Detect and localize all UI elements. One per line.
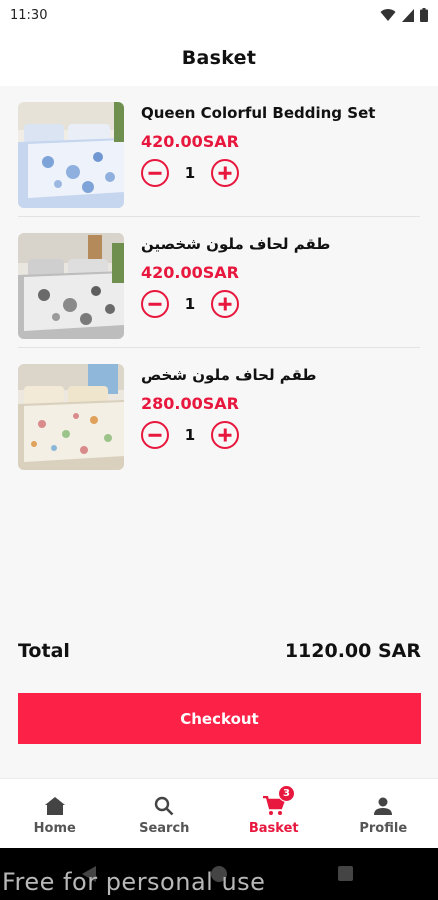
decrease-quantity-button[interactable] <box>141 290 169 318</box>
quantity-value: 1 <box>184 295 196 313</box>
cart-item: Queen Colorful Bedding Set 420.00SAR 1 <box>18 86 420 217</box>
cart-item: طقم لحاف ملون شخصين 420.00SAR 1 <box>18 217 420 348</box>
nav-label: Basket <box>248 821 299 836</box>
nav-label: Search <box>139 821 190 836</box>
watermark: Free for personal use <box>2 868 266 896</box>
status-icons <box>380 8 428 22</box>
product-name: طقم لحاف ملون شخصين <box>141 235 331 253</box>
app-header: Basket <box>0 30 438 86</box>
quantity-value: 1 <box>184 426 196 444</box>
page-title: Basket <box>181 47 257 69</box>
nav-item-basket[interactable]: 3 Basket <box>219 779 329 848</box>
decrease-quantity-button[interactable] <box>141 159 169 187</box>
quantity-stepper: 1 <box>141 290 239 318</box>
checkout-button[interactable]: Checkout <box>18 693 421 744</box>
cart-item: طقم لحاف ملون شخص 280.00SAR 1 <box>18 348 420 479</box>
total-row: Total 1120.00 SAR <box>18 640 421 662</box>
nav-label: Profile <box>359 821 408 836</box>
total-label: Total <box>18 640 70 662</box>
wifi-icon <box>380 8 396 21</box>
product-image[interactable] <box>18 102 124 208</box>
cell-signal-icon <box>402 8 414 22</box>
quantity-value: 1 <box>184 164 196 182</box>
battery-icon <box>420 8 428 22</box>
product-name: طقم لحاف ملون شخص <box>141 366 317 384</box>
increase-quantity-button[interactable] <box>211 421 239 449</box>
product-image[interactable] <box>18 364 124 470</box>
quantity-stepper: 1 <box>141 421 239 449</box>
product-name: Queen Colorful Bedding Set <box>141 104 376 122</box>
status-time: 11:30 <box>10 7 48 23</box>
cart-count-badge: 3 <box>278 785 295 802</box>
nav-item-search[interactable]: Search <box>110 779 220 848</box>
product-price: 420.00SAR <box>141 263 239 282</box>
total-value: 1120.00 SAR <box>284 640 421 662</box>
home-icon <box>43 795 67 817</box>
nav-item-profile[interactable]: Profile <box>329 779 438 848</box>
quantity-stepper: 1 <box>141 159 239 187</box>
increase-quantity-button[interactable] <box>211 290 239 318</box>
increase-quantity-button[interactable] <box>211 159 239 187</box>
nav-item-home[interactable]: Home <box>0 779 110 848</box>
recents-icon[interactable] <box>338 866 353 881</box>
product-price: 280.00SAR <box>141 394 239 413</box>
nav-label: Home <box>33 821 76 836</box>
status-bar: 11:30 <box>0 0 438 30</box>
decrease-quantity-button[interactable] <box>141 421 169 449</box>
search-icon <box>152 795 176 817</box>
bottom-nav: Home Search 3 Basket Profile <box>0 778 438 848</box>
product-price: 420.00SAR <box>141 132 239 151</box>
cart-list: Queen Colorful Bedding Set 420.00SAR 1 ط… <box>0 86 438 479</box>
product-image[interactable] <box>18 233 124 339</box>
person-icon <box>371 795 395 817</box>
